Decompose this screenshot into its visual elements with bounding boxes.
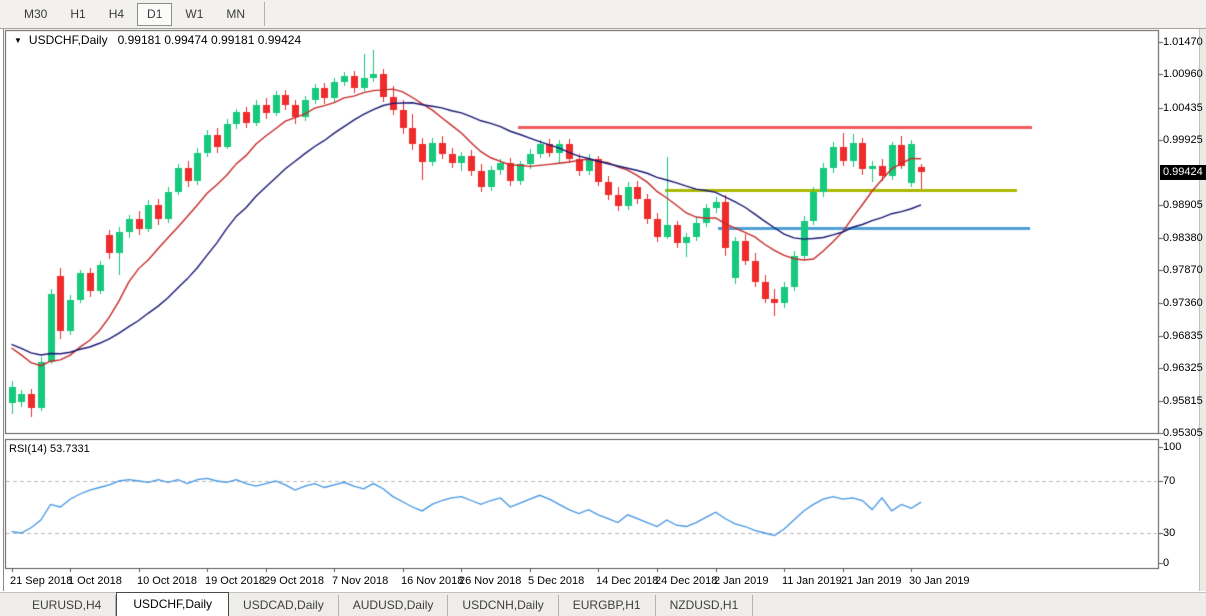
chart-frame-left-border — [3, 28, 4, 591]
rsi-axis-label: 30 — [1163, 526, 1175, 540]
date-axis-label: 7 Nov 2018 — [332, 574, 388, 588]
date-axis-label: 19 Oct 2018 — [205, 574, 265, 588]
price-axis-label: 0.99925 — [1163, 133, 1203, 147]
rsi-axis-label: 0 — [1163, 556, 1169, 570]
date-axis-label: 29 Oct 2018 — [264, 574, 324, 588]
date-axis-label: 24 Dec 2018 — [655, 574, 717, 588]
toolbar-divider — [264, 2, 265, 26]
date-axis-label: 30 Jan 2019 — [909, 574, 970, 588]
rsi-axis-label: 100 — [1163, 440, 1181, 454]
price-axis-label: 1.00435 — [1163, 101, 1203, 115]
tab-eurgbp-h1[interactable]: EURGBP,H1 — [559, 595, 656, 616]
date-axis-label: 21 Jan 2019 — [841, 574, 902, 588]
date-axis-label: 21 Sep 2018 — [10, 574, 72, 588]
timeframe-toolbar: M30H1H4D1W1MN — [0, 0, 1206, 29]
date-axis-label: 10 Oct 2018 — [137, 574, 197, 588]
price-axis-label: 1.01470 — [1163, 35, 1203, 49]
timeframe-button-H4[interactable]: H4 — [99, 3, 134, 26]
tab-eurusd-h4[interactable]: EURUSD,H4 — [18, 595, 116, 616]
price-axis-label: 0.97870 — [1163, 263, 1203, 277]
timeframe-button-D1[interactable]: D1 — [137, 3, 172, 26]
price-axis-label: 0.97360 — [1163, 296, 1203, 310]
price-axis-label: 0.98905 — [1163, 198, 1203, 212]
chart-title: ▼ USDCHF,Daily 0.99181 0.99474 0.99181 0… — [14, 33, 301, 47]
tab-audusd-daily[interactable]: AUDUSD,Daily — [339, 595, 449, 616]
timeframe-button-M30[interactable]: M30 — [14, 3, 57, 26]
date-axis-label: 5 Dec 2018 — [528, 574, 584, 588]
date-axis-label: 26 Nov 2018 — [459, 574, 521, 588]
symbol-tab-bar: EURUSD,H4USDCHF,DailyUSDCAD,DailyAUDUSD,… — [0, 592, 1206, 616]
chart-symbol-label: USDCHF,Daily — [29, 33, 108, 47]
tab-nzdusd-h1[interactable]: NZDUSD,H1 — [656, 595, 754, 616]
rsi-axis-label: 70 — [1163, 474, 1175, 488]
price-axis-label: 1.00960 — [1163, 67, 1203, 81]
current-price-tag: 0.99424 — [1160, 165, 1206, 180]
date-axis-label: 11 Jan 2019 — [782, 574, 842, 588]
tab-usdcnh-daily[interactable]: USDCNH,Daily — [448, 595, 558, 616]
date-axis-label: 2 Jan 2019 — [714, 574, 768, 588]
tab-usdcad-daily[interactable]: USDCAD,Daily — [229, 595, 339, 616]
symbol-dropdown-icon[interactable]: ▼ — [14, 36, 22, 45]
price-axis-label: 0.95305 — [1163, 426, 1203, 440]
price-chart-canvas[interactable] — [0, 0, 1206, 615]
timeframe-button-H1[interactable]: H1 — [60, 3, 95, 26]
price-axis-label: 0.98380 — [1163, 231, 1203, 245]
timeframe-button-W1[interactable]: W1 — [175, 3, 213, 26]
price-axis-label: 0.96325 — [1163, 361, 1203, 375]
trading-platform-window: { "toolbar": { "timeframes": [ {"label":… — [0, 0, 1206, 615]
date-axis-label: 14 Dec 2018 — [596, 574, 658, 588]
price-axis-label: 0.95815 — [1163, 394, 1203, 408]
chart-ohlc-values: 0.99181 0.99474 0.99181 0.99424 — [118, 33, 302, 47]
date-axis-label: 16 Nov 2018 — [401, 574, 463, 588]
tab-usdchf-daily[interactable]: USDCHF,Daily — [116, 592, 229, 616]
timeframe-button-MN[interactable]: MN — [216, 3, 255, 26]
price-axis-label: 0.96835 — [1163, 329, 1203, 343]
rsi-indicator-label: RSI(14) 53.7331 — [9, 443, 90, 455]
date-axis-label: 1 Oct 2018 — [68, 574, 122, 588]
